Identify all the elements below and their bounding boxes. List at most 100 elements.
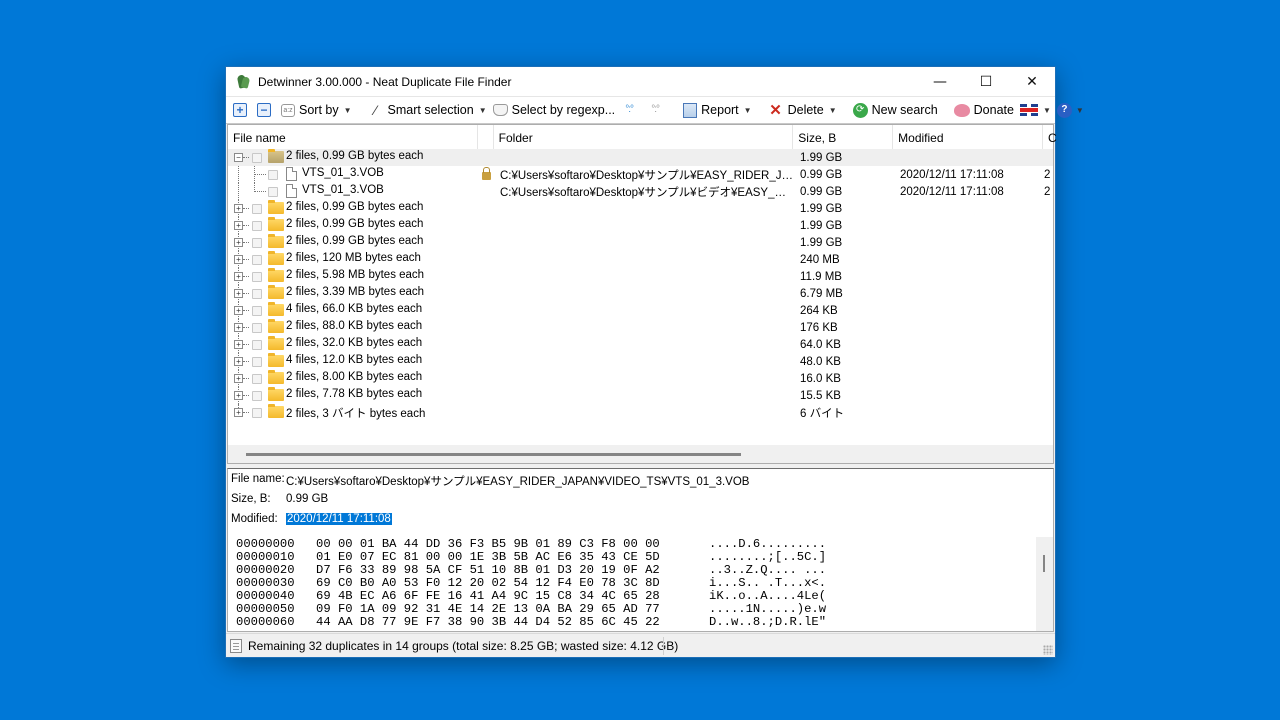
group-checkbox[interactable]: [252, 374, 262, 384]
collapse-all-button[interactable]: −: [254, 99, 278, 121]
maximize-button[interactable]: ☐: [963, 67, 1009, 96]
collapse-toggle-icon[interactable]: −: [234, 153, 243, 162]
group-checkbox[interactable]: [252, 255, 262, 265]
group-row[interactable]: +4 files, 66.0 KB bytes each 264 KB: [228, 302, 1053, 319]
group-row[interactable]: +2 files, 32.0 KB bytes each 64.0 KB: [228, 336, 1053, 353]
expand-toggle-icon[interactable]: +: [234, 323, 243, 332]
group-row[interactable]: +2 files, 3 バイト bytes each 6 バイト: [228, 404, 1053, 421]
group-size: 1.99 GB: [800, 151, 843, 164]
group-size: 11.9 MB: [800, 270, 842, 283]
expand-toggle-icon[interactable]: +: [234, 306, 243, 315]
group-row[interactable]: +2 files, 5.98 MB bytes each 11.9 MB: [228, 268, 1053, 285]
expand-toggle-icon[interactable]: +: [234, 204, 243, 213]
group-checkbox[interactable]: [252, 153, 262, 163]
column-header-lock[interactable]: [478, 124, 494, 151]
file-checkbox[interactable]: [268, 187, 278, 197]
group-checkbox[interactable]: [252, 289, 262, 299]
group-row[interactable]: − 2 files, 0.99 GB bytes each 1.99 GB: [228, 149, 1053, 166]
group-checkbox[interactable]: [252, 391, 262, 401]
tree-deselect-button[interactable]: °:°: [644, 99, 670, 121]
report-button[interactable]: Report ▼: [680, 99, 754, 121]
group-row[interactable]: +2 files, 0.99 GB bytes each 1.99 GB: [228, 217, 1053, 234]
group-row[interactable]: +2 files, 88.0 KB bytes each 176 KB: [228, 319, 1053, 336]
language-button[interactable]: ▼: [1017, 99, 1054, 121]
title-bar[interactable]: Detwinner 3.00.000 - Neat Duplicate File…: [226, 67, 1055, 96]
group-size: 6 バイト: [800, 407, 845, 420]
detail-modified: Modified: 2020/12/11 17:11:08: [231, 513, 392, 525]
delete-button[interactable]: ✕ Delete ▼: [765, 99, 840, 121]
group-checkbox[interactable]: [252, 272, 262, 282]
group-checkbox[interactable]: [252, 238, 262, 248]
group-row[interactable]: +2 files, 0.99 GB bytes each 1.99 GB: [228, 200, 1053, 217]
folder-icon: [268, 251, 284, 265]
tree-select-button[interactable]: °:°: [618, 99, 644, 121]
resize-grip[interactable]: [1043, 645, 1053, 655]
horizontal-scroll-thumb[interactable]: [246, 453, 741, 456]
expand-toggle-icon[interactable]: +: [234, 408, 243, 417]
detail-size: Size, B: 0.99 GB: [231, 493, 328, 505]
group-checkbox[interactable]: [252, 204, 262, 214]
group-checkbox[interactable]: [252, 323, 262, 333]
details-panel: File name: C:¥Users¥softaro¥Desktop¥サンプル…: [227, 468, 1054, 632]
group-row[interactable]: +2 files, 3.39 MB bytes each 6.79 MB: [228, 285, 1053, 302]
expand-toggle-icon[interactable]: +: [234, 374, 243, 383]
group-checkbox[interactable]: [252, 340, 262, 350]
group-checkbox[interactable]: [252, 306, 262, 316]
help-button[interactable]: ? ▼: [1054, 99, 1087, 121]
tree-line: [238, 183, 239, 200]
new-search-label: New search: [871, 103, 938, 117]
select-by-regexp-button[interactable]: Select by regexp...: [490, 99, 619, 121]
group-checkbox[interactable]: [252, 408, 262, 418]
vertical-scrollbar[interactable]: [1036, 537, 1053, 631]
group-checkbox[interactable]: [252, 357, 262, 367]
shield-icon: [492, 104, 508, 116]
report-icon: [683, 102, 698, 118]
smart-selection-button[interactable]: ⁄ Smart selection ▼: [365, 99, 490, 121]
group-row[interactable]: +2 files, 7.78 KB bytes each 15.5 KB: [228, 387, 1053, 404]
expand-toggle-icon[interactable]: +: [234, 340, 243, 349]
close-button[interactable]: ✕: [1009, 67, 1055, 96]
file-name: VTS_01_3.VOB: [302, 167, 384, 179]
sort-by-button[interactable]: a:z Sort by ▼: [278, 99, 355, 121]
window-controls: — ☐ ✕: [917, 67, 1055, 96]
column-header-size[interactable]: Size, B: [793, 124, 894, 151]
file-row[interactable]: VTS_01_3.VOB C:¥Users¥softaro¥Desktop¥サン…: [228, 166, 1053, 183]
detail-file-name: File name: C:¥Users¥softaro¥Desktop¥サンプル…: [231, 473, 749, 489]
expand-toggle-icon[interactable]: +: [234, 238, 243, 247]
group-checkbox[interactable]: [252, 221, 262, 231]
sort-az-icon: a:z: [281, 103, 295, 117]
group-row[interactable]: +2 files, 0.99 GB bytes each 1.99 GB: [228, 234, 1053, 251]
donate-button[interactable]: Donate: [951, 99, 1017, 121]
chevron-down-icon: ▼: [828, 105, 837, 115]
expand-toggle-icon[interactable]: +: [234, 255, 243, 264]
expand-toggle-icon[interactable]: +: [234, 357, 243, 366]
column-header-folder[interactable]: Folder: [494, 124, 794, 151]
tree-line: [243, 293, 249, 294]
vertical-scroll-thumb[interactable]: [1043, 555, 1045, 572]
group-row[interactable]: +2 files, 8.00 KB bytes each 16.0 KB: [228, 370, 1053, 387]
minimize-button[interactable]: —: [917, 67, 963, 96]
new-search-button[interactable]: ⟳ New search: [850, 99, 941, 121]
expand-toggle-icon[interactable]: +: [234, 272, 243, 281]
column-header-file-name[interactable]: File name: [228, 124, 478, 151]
group-row[interactable]: +4 files, 12.0 KB bytes each 48.0 KB: [228, 353, 1053, 370]
expand-toggle-icon[interactable]: +: [234, 289, 243, 298]
duplicates-list[interactable]: File name Folder Size, B Modified C − 2 …: [227, 124, 1057, 464]
expand-all-button[interactable]: +: [230, 99, 254, 121]
group-row[interactable]: +2 files, 120 MB bytes each 240 MB: [228, 251, 1053, 268]
expand-toggle-icon[interactable]: +: [234, 391, 243, 400]
detail-size-value: 0.99 GB: [286, 493, 329, 505]
detail-modified-value[interactable]: 2020/12/11 17:11:08: [286, 513, 392, 525]
column-header-extra[interactable]: C: [1043, 125, 1057, 151]
folder-icon: [268, 319, 284, 333]
file-row[interactable]: VTS_01_3.VOB C:¥Users¥softaro¥Desktop¥サン…: [228, 183, 1053, 200]
folder-icon: [268, 353, 284, 367]
horizontal-scrollbar[interactable]: [228, 445, 1053, 463]
expand-toggle-icon[interactable]: +: [234, 221, 243, 230]
hex-view[interactable]: 00000000 00 00 01 BA 44 DD 36 F3 B5 9B 01…: [236, 538, 826, 629]
column-header-modified[interactable]: Modified: [893, 124, 1043, 151]
file-checkbox[interactable]: [268, 170, 278, 180]
group-label: 2 files, 3.39 MB bytes each: [286, 286, 425, 298]
chevron-down-icon: ▼: [478, 105, 487, 115]
folder-icon: [268, 370, 284, 384]
